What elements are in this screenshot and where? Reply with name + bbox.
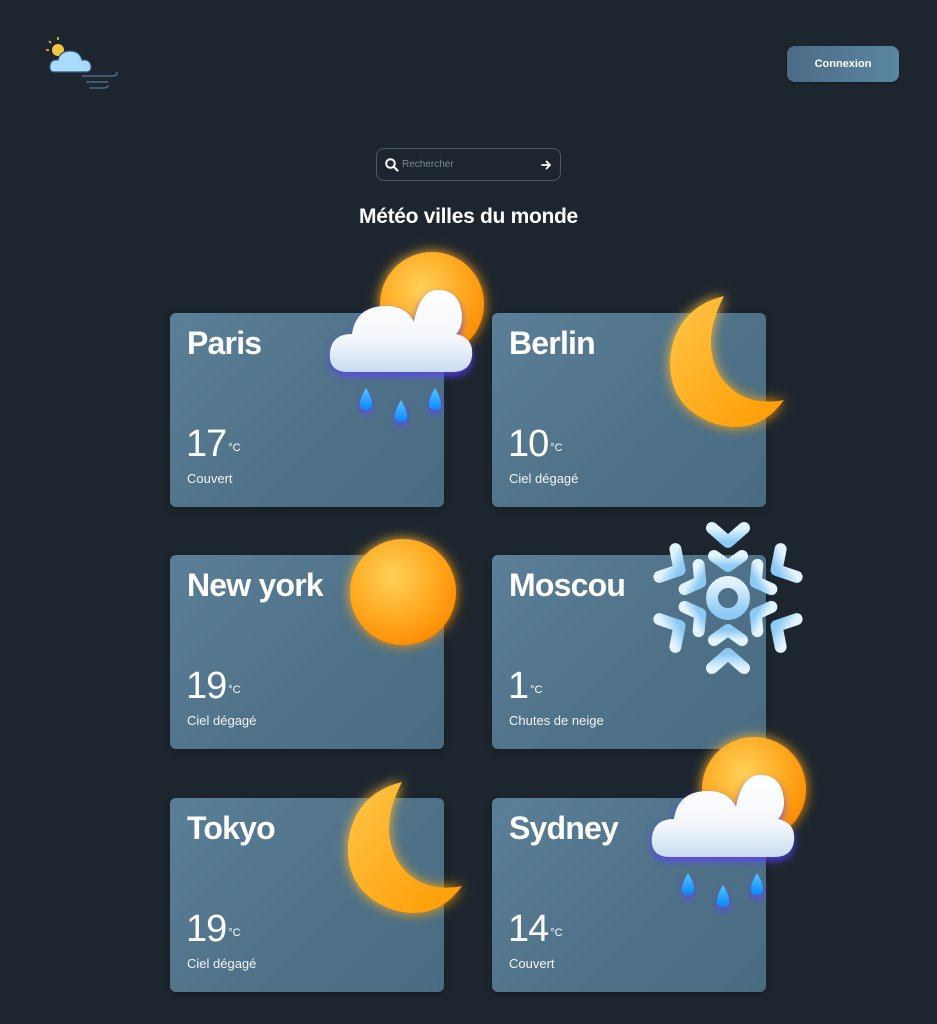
temperature: 19 °C	[186, 908, 241, 950]
city-name: New york	[187, 567, 324, 603]
search-bar	[376, 148, 561, 181]
page-title: Météo villes du monde	[359, 205, 578, 228]
crescent-moon-icon	[669, 296, 784, 427]
city-name: Sydney	[509, 810, 619, 846]
weather-condition: Couvert	[187, 471, 233, 486]
sun-cloud-rain-icon	[329, 252, 484, 422]
search-submit-button[interactable]	[532, 150, 560, 180]
temperature: 17 °C	[186, 423, 241, 465]
city-name: Berlin	[509, 325, 596, 361]
weather-condition: Ciel dégagé	[509, 471, 579, 486]
cloud-sun-wind-icon	[46, 37, 118, 89]
temperature: 10 °C	[508, 423, 563, 465]
logo	[46, 37, 118, 89]
city-name: Tokyo	[187, 810, 276, 846]
search-input[interactable]	[400, 159, 532, 170]
weather-condition: Ciel dégagé	[187, 956, 257, 971]
arrow-right-icon	[540, 160, 551, 169]
weather-condition: Couvert	[509, 956, 555, 971]
city-name: Paris	[187, 325, 262, 361]
search-icon	[385, 157, 399, 172]
snowflake-icon	[653, 518, 803, 678]
weather-condition: Chutes de neige	[509, 713, 604, 728]
temperature: 1 °C	[508, 665, 543, 707]
temperature: 14 °C	[508, 908, 563, 950]
sun-icon	[350, 539, 456, 645]
weather-condition: Ciel dégagé	[187, 713, 257, 728]
login-button[interactable]: Connexion	[787, 46, 899, 82]
city-name: Moscou	[509, 567, 626, 603]
crescent-moon-icon	[347, 782, 462, 913]
sun-cloud-rain-icon	[651, 737, 806, 907]
temperature: 19 °C	[186, 665, 241, 707]
